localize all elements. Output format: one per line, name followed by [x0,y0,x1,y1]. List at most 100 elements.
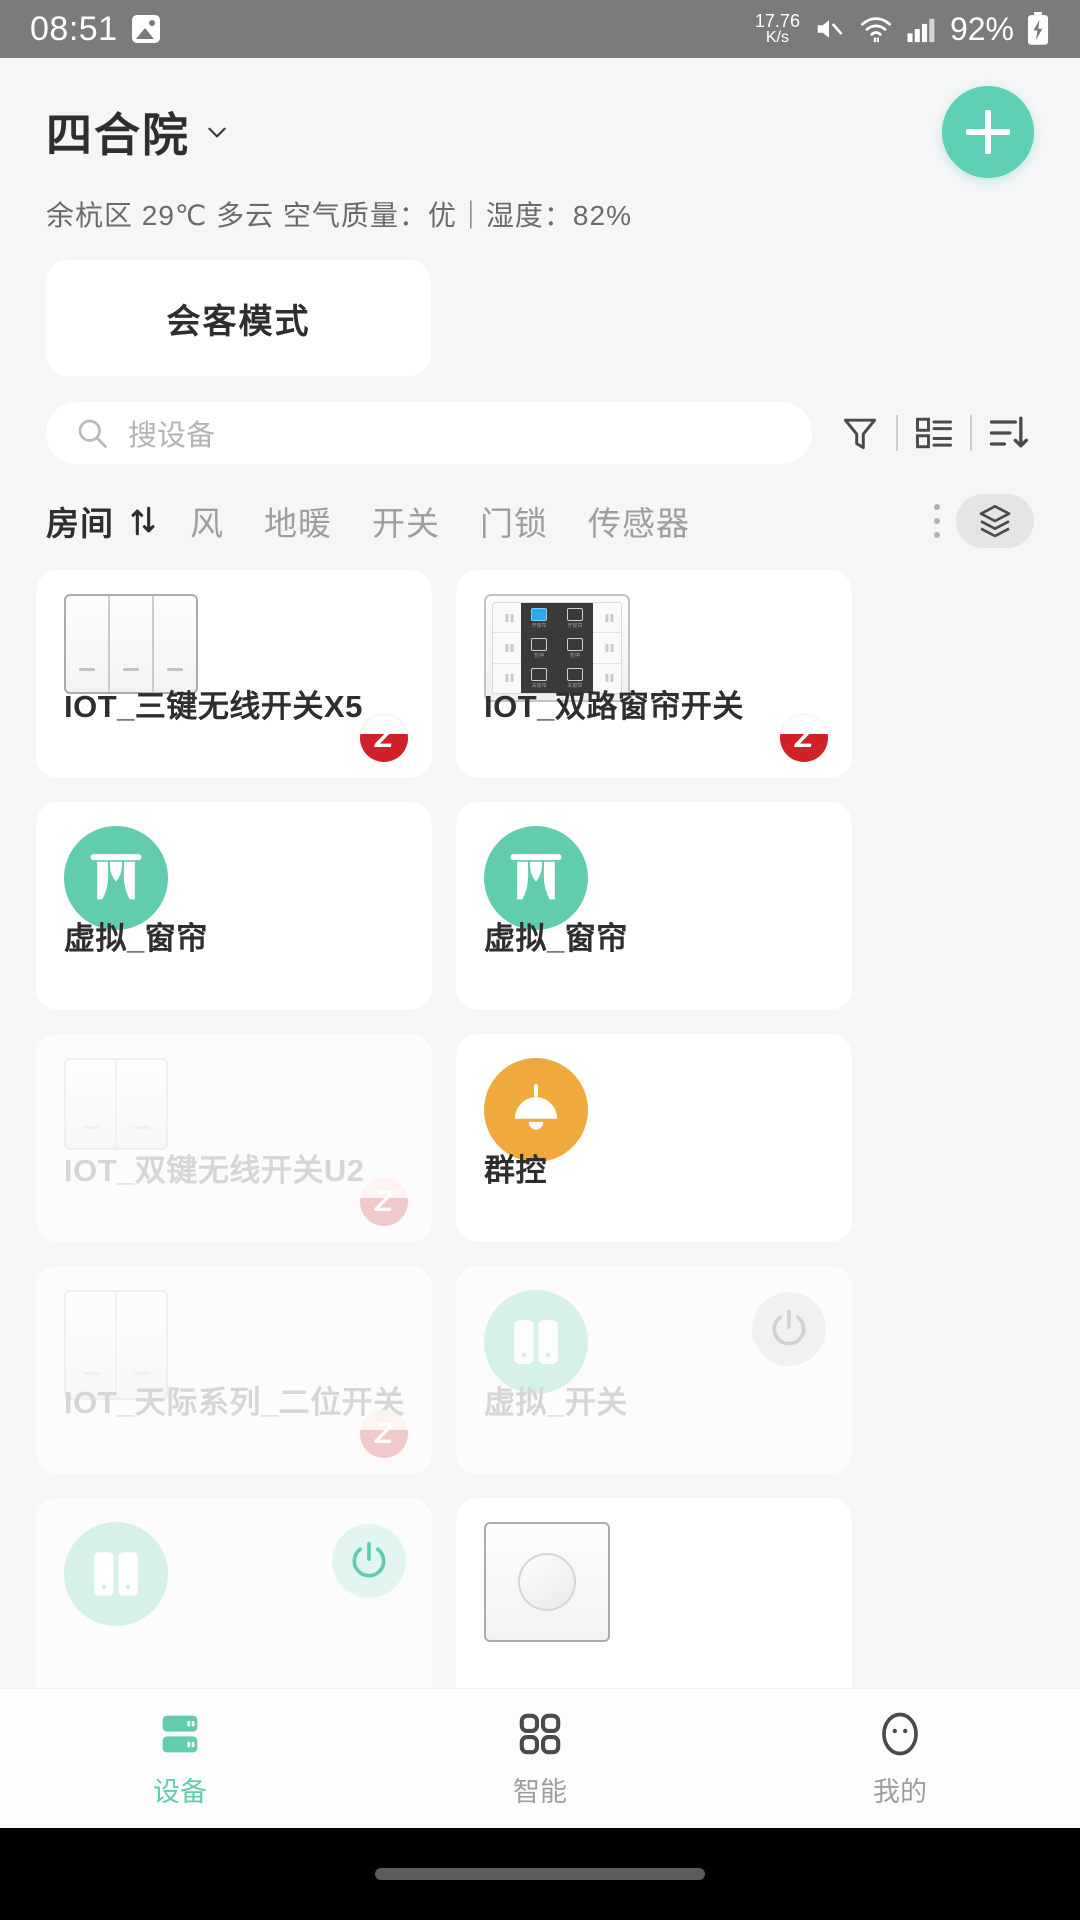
zigbee-badge: Z [360,1178,408,1226]
battery-text: 92% [950,11,1014,48]
layers-button[interactable] [956,494,1034,548]
zigbee-badge: Z [360,1410,408,1458]
category-tabs: 房间 风 地暖 开关 门锁 传感器 [0,494,1080,548]
device-card[interactable]: IOT_双键无线开关U2 Z [36,1034,432,1242]
sort-arrows-icon[interactable] [126,504,160,538]
tab-fan[interactable]: 风 [190,497,224,545]
device-name: IOT_双键无线开关U2 [64,1145,365,1190]
page-title[interactable]: 四合院 [46,99,190,165]
search-icon [74,415,110,451]
network-speed-unit: K/s [766,30,789,46]
search-placeholder: 搜设备 [128,412,215,454]
tab-switch[interactable]: 开关 [372,497,440,545]
list-view-icon [912,411,956,455]
device-card[interactable]: 虚拟_窗帘 [36,802,432,1010]
page-header: 四合院 余杭区 29℃ 多云 空气质量：优｜湿度：82% [0,58,1080,234]
device-name: 虚拟_开关 [484,1377,628,1422]
network-speed-value: 17.76 [755,12,800,30]
sort-descending-icon [986,411,1030,455]
nav-item-scenes[interactable]: 智能 [360,1708,720,1809]
network-speed: 17.76 K/s [755,12,800,46]
filter-button[interactable] [834,411,886,455]
kebab-menu-icon[interactable] [934,504,940,538]
tab-sensor[interactable]: 传感器 [588,497,690,545]
zigbee-badge-text: Z [375,1419,393,1449]
device-card[interactable]: 开窗帘 开窗帘 暂停 暂停 关窗帘 关窗帘 IOT_双路窗帘开关 Z [456,570,852,778]
tab-floor-heating[interactable]: 地暖 [264,497,332,545]
status-bar-left: 08:51 [30,10,160,49]
two-switch-icon [64,1522,168,1626]
three-gang-switch-panel [64,594,198,694]
device-name: 虚拟_窗帘 [484,913,628,958]
filter-icon [838,411,882,455]
device-name: IOT_天际系列_二位开关 [64,1377,405,1422]
mute-icon [812,14,846,44]
status-bar-right: 17.76 K/s 92% [755,11,1050,48]
add-device-button[interactable] [942,86,1034,178]
sort-button[interactable] [982,411,1034,455]
tabs-trailing [934,494,1034,548]
toolbar-icons [834,411,1034,455]
wifi-icon [858,14,894,44]
zigbee-badge: Z [360,714,408,762]
title-row: 四合院 [46,86,1034,178]
device-card[interactable]: 虚拟_窗帘 [456,802,852,1010]
device-card[interactable]: IOT_天际系列_二位开关 Z [36,1266,432,1474]
tab-door-lock[interactable]: 门锁 [480,497,548,545]
zigbee-badge: Z [780,714,828,762]
power-icon [767,1307,811,1351]
zigbee-badge-text: Z [795,723,813,753]
two-gang-switch-panel [64,1058,168,1150]
scene-list: 会客模式 [0,234,1080,376]
toolbar-divider-2 [970,415,972,451]
status-time: 08:51 [30,10,118,49]
nav-item-devices[interactable]: 设备 [0,1708,360,1809]
app-root: 08:51 17.76 K/s [0,0,1080,1920]
toolbar-divider-1 [896,415,898,451]
lcd-btn-label: 暂停 [570,652,580,659]
tab-rooms[interactable]: 房间 [46,497,114,545]
chevron-down-icon[interactable] [204,119,230,145]
device-card[interactable] [456,1498,852,1706]
dimmer-knob-panel [484,1522,610,1642]
nav-label: 设备 [153,1770,207,1809]
layers-icon [975,501,1015,541]
lcd-btn-label: 暂停 [534,652,544,659]
battery-charging-icon [1026,12,1050,46]
gesture-nav-area [0,1828,1080,1920]
image-icon [132,15,160,43]
device-name: IOT_双路窗帘开关 [484,681,744,726]
nav-label: 智能 [513,1770,567,1809]
device-card[interactable]: 虚拟_开关 [456,1266,852,1474]
scene-card-guest-mode[interactable]: 会客模式 [46,260,431,376]
lcd-btn-label: 开窗帘 [532,622,547,629]
power-toggle-button[interactable] [332,1524,406,1598]
zigbee-badge-text: Z [375,723,393,753]
weather-summary: 余杭区 29℃ 多云 空气质量：优｜湿度：82% [46,194,1034,234]
search-input[interactable]: 搜设备 [46,402,812,464]
device-name: 虚拟_窗帘 [64,913,208,958]
scene-label: 会客模式 [167,294,311,343]
scenes-grid-icon [514,1708,566,1760]
nav-item-profile[interactable]: 我的 [720,1708,1080,1809]
signal-icon [906,14,938,44]
devices-icon [154,1708,206,1760]
plus-icon [966,110,1010,154]
device-card[interactable]: 群控 [456,1034,852,1242]
device-grid: IOT_三键无线开关X5 Z 开窗帘 开窗帘 暂停 暂停 关窗帘 [36,570,1044,1706]
power-icon [347,1539,391,1583]
bottom-navigation: 设备 智能 我的 [0,1688,1080,1828]
grid-view-button[interactable] [908,411,960,455]
device-name: 群控 [484,1145,547,1190]
status-bar: 08:51 17.76 K/s [0,0,1080,58]
profile-face-icon [874,1708,926,1760]
search-row: 搜设备 [0,402,1080,464]
device-name: IOT_三键无线开关X5 [64,681,363,726]
zigbee-badge-text: Z [375,1187,393,1217]
power-toggle-button[interactable] [752,1292,826,1366]
device-card[interactable]: IOT_三键无线开关X5 Z [36,570,432,778]
lcd-btn-label: 开窗帘 [567,622,582,629]
device-card[interactable] [36,1498,432,1706]
nav-label: 我的 [873,1770,927,1809]
home-indicator[interactable] [375,1868,705,1880]
